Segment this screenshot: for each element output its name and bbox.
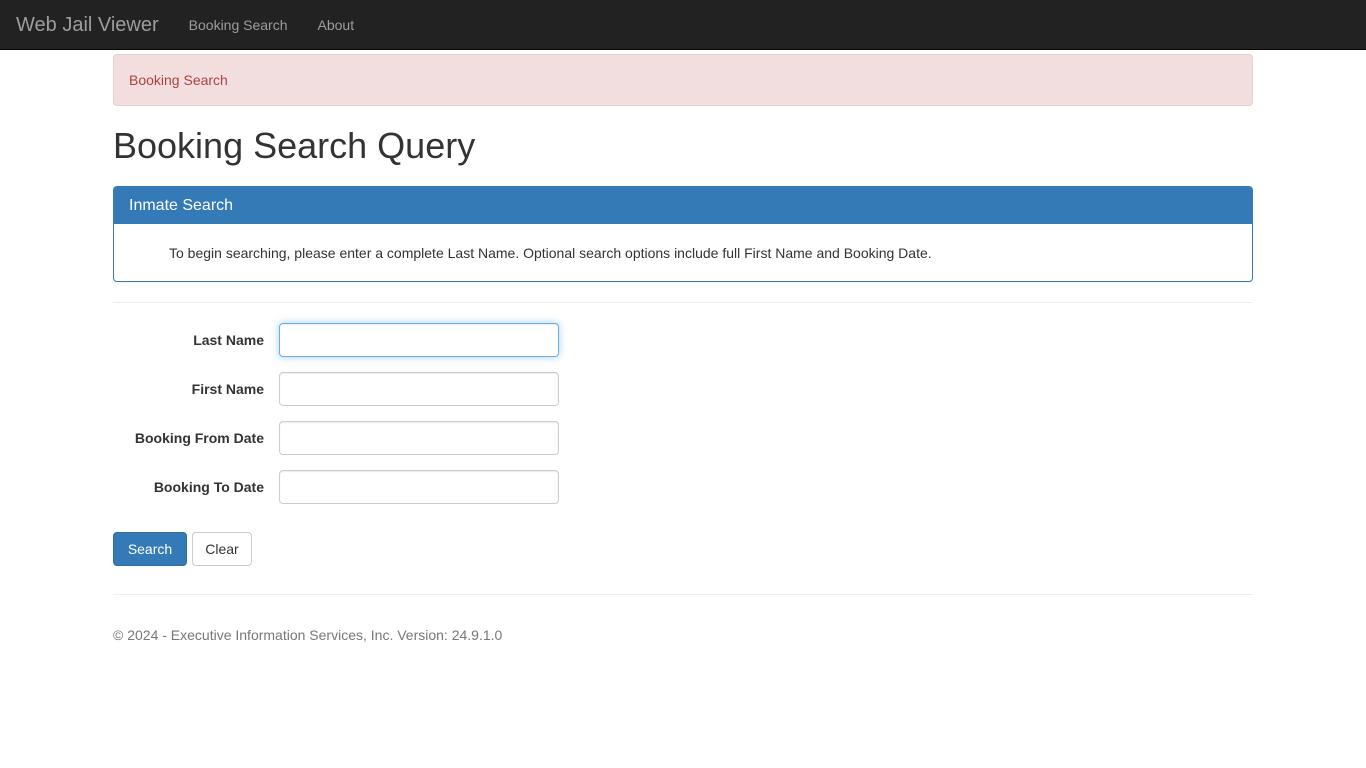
input-booking-from-date[interactable]: [279, 421, 559, 455]
input-booking-to-date[interactable]: [279, 470, 559, 504]
search-instructions-text: To begin searching, please enter a compl…: [129, 243, 932, 263]
breadcrumb-alert-text: Booking Search: [129, 72, 228, 88]
form-group-booking-from-date: Booking From Date: [113, 421, 1253, 455]
page-footer: © 2024 - Executive Information Services,…: [113, 594, 1253, 645]
navbar-nav: Booking Search About: [174, 0, 369, 50]
breadcrumb-alert: Booking Search: [113, 54, 1253, 106]
label-booking-to-date: Booking To Date: [113, 477, 279, 497]
form-group-booking-to-date: Booking To Date: [113, 470, 1253, 504]
form-group-first-name: First Name: [113, 372, 1253, 406]
navbar-brand[interactable]: Web Jail Viewer: [16, 15, 174, 35]
inmate-search-panel-body: To begin searching, please enter a compl…: [114, 224, 1252, 281]
label-first-name: First Name: [113, 379, 279, 399]
label-booking-from-date: Booking From Date: [113, 428, 279, 448]
top-navbar: Web Jail Viewer Booking Search About: [0, 0, 1366, 50]
label-last-name: Last Name: [113, 330, 279, 350]
input-first-name[interactable]: [279, 372, 559, 406]
search-button[interactable]: Search: [113, 532, 187, 566]
nav-link-booking-search[interactable]: Booking Search: [174, 0, 303, 50]
form-group-last-name: Last Name: [113, 323, 1253, 357]
inmate-search-panel: Inmate Search To begin searching, please…: [113, 186, 1253, 283]
nav-item-booking-search[interactable]: Booking Search: [174, 0, 303, 50]
nav-link-about[interactable]: About: [303, 0, 370, 50]
footer-divider: [113, 594, 1253, 595]
input-last-name[interactable]: [279, 323, 559, 357]
page-title: Booking Search Query: [113, 126, 1253, 166]
content-divider: [113, 302, 1253, 303]
footer-text: © 2024 - Executive Information Services,…: [113, 615, 1253, 645]
nav-item-about[interactable]: About: [303, 0, 370, 50]
main-container: Booking Search Booking Search Query Inma…: [98, 54, 1268, 645]
clear-button[interactable]: Clear: [192, 532, 252, 566]
form-actions: Search Clear: [113, 532, 1253, 566]
booking-search-form: Last Name First Name Booking From Date B…: [113, 323, 1253, 566]
inmate-search-panel-heading: Inmate Search: [114, 187, 1252, 225]
inmate-search-panel-title: Inmate Search: [129, 197, 1237, 215]
